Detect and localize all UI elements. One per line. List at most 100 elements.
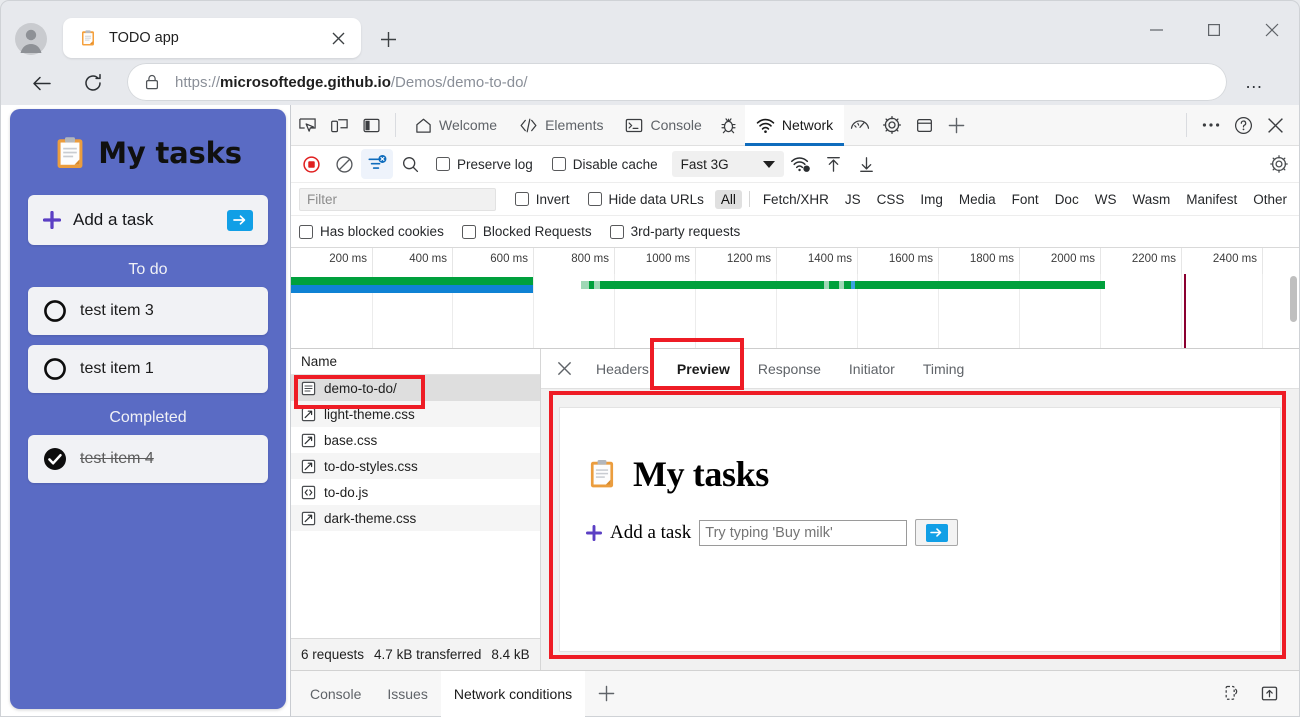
- filter-type-all[interactable]: All: [714, 189, 742, 209]
- preview-task-input-placeholder: Try typing 'Buy milk': [705, 524, 833, 541]
- filter-type-manifest[interactable]: Manifest: [1180, 190, 1243, 209]
- tick-label: 1600 ms: [888, 253, 933, 265]
- back-button[interactable]: [23, 65, 59, 101]
- browser-tab[interactable]: TODO app: [63, 18, 361, 58]
- network-conditions-icon[interactable]: [785, 149, 817, 179]
- clear-icon[interactable]: [328, 149, 360, 179]
- tab-console[interactable]: Console: [614, 105, 712, 146]
- filter-type-js[interactable]: JS: [839, 190, 867, 209]
- close-icon[interactable]: [325, 25, 351, 51]
- checkbox-icon[interactable]: [436, 157, 450, 171]
- table-row[interactable]: demo-to-do/: [291, 375, 540, 401]
- tab-welcome[interactable]: Welcome: [404, 105, 508, 146]
- preserve-log-checkbox[interactable]: Preserve log: [427, 157, 542, 172]
- checkbox-icon[interactable]: [514, 192, 529, 206]
- more-tools-icon[interactable]: [1195, 109, 1227, 141]
- table-row[interactable]: light-theme.css: [291, 401, 540, 427]
- reload-button[interactable]: [75, 65, 111, 101]
- new-tab-button[interactable]: [373, 24, 403, 54]
- checkbox-unchecked-icon[interactable]: [43, 357, 67, 381]
- filter-icon[interactable]: [361, 149, 393, 179]
- checkbox-icon[interactable]: [299, 224, 313, 239]
- checkbox-icon[interactable]: [609, 224, 624, 239]
- close-detail-icon[interactable]: [541, 349, 582, 389]
- window-maximize-button[interactable]: [1191, 15, 1237, 45]
- checkbox-checked-icon[interactable]: [43, 447, 67, 471]
- window-minimize-button[interactable]: [1133, 15, 1179, 45]
- more-panels-plus-icon[interactable]: [940, 109, 972, 141]
- has-blocked-cookies-checkbox[interactable]: Has blocked cookies: [299, 224, 453, 239]
- table-row[interactable]: dark-theme.css: [291, 505, 540, 531]
- add-task-submit-button[interactable]: [227, 209, 253, 231]
- filter-type-wasm[interactable]: Wasm: [1126, 190, 1176, 209]
- overview-scrollbar[interactable]: [1290, 276, 1297, 322]
- checkbox-unchecked-icon[interactable]: [43, 299, 67, 323]
- close-devtools-icon[interactable]: [1259, 109, 1291, 141]
- export-har-icon[interactable]: [851, 149, 883, 179]
- tab-timing[interactable]: Timing: [909, 349, 979, 389]
- blocked-requests-checkbox[interactable]: Blocked Requests: [453, 224, 601, 239]
- divider: [748, 191, 750, 207]
- import-har-icon[interactable]: [818, 149, 850, 179]
- table-row[interactable]: to-do.js: [291, 479, 540, 505]
- hide-data-urls-checkbox[interactable]: Hide data URLs: [579, 192, 713, 207]
- filter-type-css[interactable]: CSS: [871, 190, 911, 209]
- memory-panel-icon[interactable]: [908, 109, 940, 141]
- task-item[interactable]: test item 3: [28, 287, 268, 335]
- task-item-completed[interactable]: test item 4: [28, 435, 268, 483]
- drawer-add-tab-button[interactable]: [585, 671, 628, 717]
- filter-type-ws[interactable]: WS: [1089, 190, 1123, 209]
- disable-cache-checkbox[interactable]: Disable cache: [543, 157, 667, 172]
- filter-type-fetch-xhr[interactable]: Fetch/XHR: [757, 190, 835, 209]
- devices-icon[interactable]: [1215, 678, 1247, 710]
- add-task-row[interactable]: Add a task: [28, 195, 268, 245]
- search-icon[interactable]: [394, 149, 426, 179]
- checkbox-icon[interactable]: [551, 157, 566, 171]
- filter-type-font[interactable]: Font: [1006, 190, 1045, 209]
- filter-type-doc[interactable]: Doc: [1049, 190, 1085, 209]
- device-emulation-icon[interactable]: [323, 109, 355, 141]
- settings-gear-icon[interactable]: [1263, 149, 1295, 179]
- address-bar[interactable]: https://microsoftedge.github.io/Demos/de…: [127, 63, 1227, 101]
- tab-label: Network: [781, 117, 834, 133]
- window-close-button[interactable]: [1249, 15, 1295, 45]
- checkbox-icon[interactable]: [461, 224, 476, 239]
- browser-more-button[interactable]: …: [1241, 69, 1269, 95]
- network-overview-timeline[interactable]: 200 ms 400 ms 600 ms 800 ms 1000 ms 1200…: [291, 248, 1299, 349]
- filter-type-other[interactable]: Other: [1247, 190, 1293, 209]
- filter-type-media[interactable]: Media: [953, 190, 1002, 209]
- inspect-element-icon[interactable]: [291, 109, 323, 141]
- help-icon[interactable]: [1227, 109, 1259, 141]
- drawer-tab-network-conditions[interactable]: Network conditions: [440, 670, 586, 717]
- drawer-tab-console[interactable]: Console: [297, 671, 374, 717]
- filter-input[interactable]: Filter: [299, 187, 496, 211]
- invert-checkbox[interactable]: Invert: [506, 192, 579, 207]
- throttling-select[interactable]: Fast 3G: [671, 151, 784, 177]
- tab-preview[interactable]: Preview: [663, 349, 744, 389]
- request-list-column-header[interactable]: Name: [291, 349, 540, 375]
- third-party-requests-checkbox[interactable]: 3rd-party requests: [601, 224, 750, 239]
- tab-initiator[interactable]: Initiator: [835, 349, 909, 389]
- preview-submit-button[interactable]: [915, 519, 959, 546]
- dock-side-icon[interactable]: [355, 109, 387, 141]
- profile-avatar[interactable]: [15, 23, 47, 55]
- filter-type-img[interactable]: Img: [914, 190, 949, 209]
- preview-task-input[interactable]: Try typing 'Buy milk': [699, 519, 908, 546]
- tab-elements[interactable]: Elements: [508, 105, 614, 146]
- tab-headers[interactable]: Headers: [582, 349, 663, 389]
- checkbox-icon[interactable]: [587, 192, 602, 206]
- debugger-bug-icon[interactable]: [713, 109, 745, 141]
- task-item[interactable]: test item 1: [28, 345, 268, 393]
- performance-gauge-icon[interactable]: [844, 109, 876, 141]
- record-stop-icon[interactable]: [295, 149, 327, 179]
- application-gear-icon[interactable]: [876, 109, 908, 141]
- table-row[interactable]: base.css: [291, 427, 540, 453]
- stylesheet-icon: [301, 407, 316, 422]
- drawer-tab-issues[interactable]: Issues: [374, 671, 440, 717]
- dock-drawer-icon[interactable]: [1253, 678, 1285, 710]
- tab-network[interactable]: Network: [744, 104, 845, 146]
- overview-bar-gap: [839, 281, 844, 289]
- tab-response[interactable]: Response: [744, 349, 835, 389]
- drawer-actions: [1215, 678, 1299, 710]
- table-row[interactable]: to-do-styles.css: [291, 453, 540, 479]
